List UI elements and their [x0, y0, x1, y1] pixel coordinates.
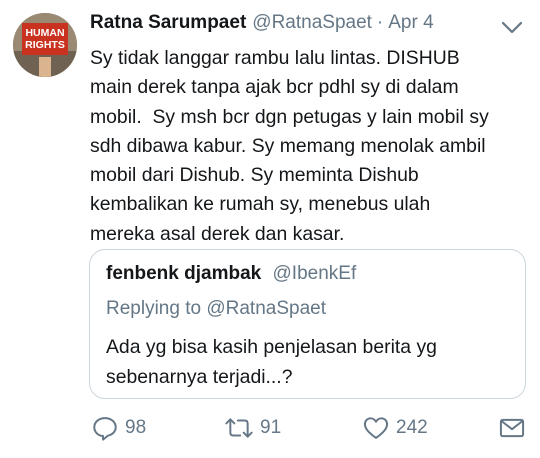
- share-button[interactable]: [498, 414, 526, 442]
- replying-to-handle[interactable]: @RatnaSpaet: [206, 298, 326, 319]
- like-button[interactable]: 242: [362, 414, 428, 442]
- tweet-actions: 98 91 242: [0, 410, 540, 446]
- header-separator: ·: [376, 12, 384, 33]
- quoted-author-handle: @IbenkEf: [272, 263, 357, 284]
- avatar-sign-line-2: RIGHTS: [25, 39, 65, 51]
- quoted-body-line: Ada yg bisa kasih penjelasan berita yg: [106, 336, 437, 358]
- tweet-card: HUMAN RIGHTS Ratna Sarumpaet @RatnaSpaet…: [0, 0, 540, 458]
- avatar-sign-line-1: HUMAN: [25, 27, 64, 39]
- tweet-body-line: main derek tanpa ajak bcr pdhl sy di dal…: [90, 76, 459, 99]
- tweet-menu-button[interactable]: [500, 16, 524, 40]
- envelope-icon: [499, 418, 525, 438]
- retweet-icon: [225, 418, 253, 438]
- avatar[interactable]: HUMAN RIGHTS: [13, 13, 77, 77]
- tweet-body-line: mobil dari Dishub. Sy meminta Dishub: [90, 164, 419, 187]
- quoted-tweet-header: fenbenk djambak @IbenkEf: [106, 263, 356, 285]
- chevron-down-icon: [501, 21, 523, 34]
- tweet-body-line: sdh dibawa kabur. Sy memang menolak ambi…: [90, 134, 486, 157]
- tweet-date[interactable]: Apr 4: [388, 12, 433, 34]
- quoted-author-name: fenbenk djambak: [106, 263, 262, 284]
- tweet-body-line: mobil. Sy msh bcr dgn petugas y lain mob…: [90, 105, 489, 128]
- reply-icon: [93, 417, 117, 441]
- heart-icon: [363, 417, 389, 439]
- avatar-image: HUMAN RIGHTS: [13, 13, 77, 77]
- tweet-body-line: kembalikan ke rumah sy, menebus ulah: [90, 193, 431, 216]
- quoted-body-line: sebenarnya terjadi...?: [106, 365, 293, 388]
- retweet-button[interactable]: 91: [224, 414, 281, 442]
- tweet-body: Sy tidak langgar rambu lalu lintas. DISH…: [90, 44, 530, 249]
- quoted-tweet[interactable]: fenbenk djambak @IbenkEf Replying to @Ra…: [89, 249, 526, 399]
- author-handle[interactable]: @RatnaSpaet: [252, 12, 372, 34]
- reply-button[interactable]: 98: [91, 414, 146, 442]
- author-name[interactable]: Ratna Sarumpaet: [90, 12, 246, 34]
- tweet-header: Ratna Sarumpaet @RatnaSpaet · Apr 4: [90, 12, 434, 42]
- retweet-count: 91: [260, 417, 282, 438]
- quoted-tweet-body: Ada yg bisa kasih penjelasan berita yg s…: [106, 333, 506, 392]
- like-count: 242: [396, 417, 428, 438]
- reply-count: 98: [125, 417, 147, 438]
- tweet-body-line: Sy tidak langgar rambu lalu lintas. DISH…: [90, 47, 460, 69]
- tweet-body-line: mereka asal derek dan kasar.: [90, 222, 345, 245]
- replying-to-label: Replying to: [106, 298, 202, 319]
- replying-to: Replying to @RatnaSpaet: [106, 298, 326, 320]
